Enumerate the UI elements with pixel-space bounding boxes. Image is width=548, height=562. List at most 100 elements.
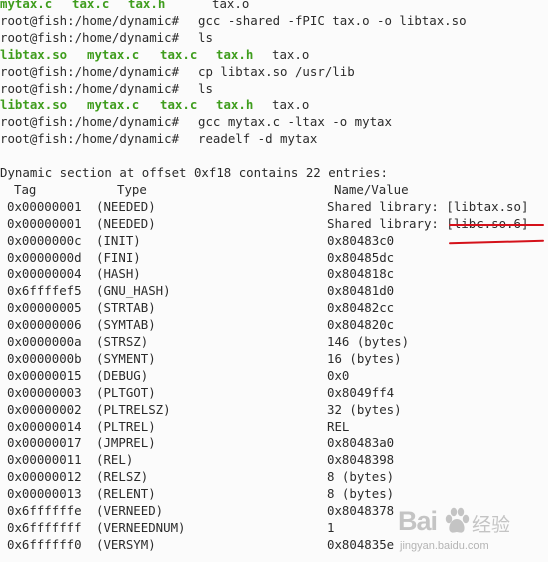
shell-prompt: root@fish:/home/dynamic# xyxy=(0,12,180,28)
paw-icon xyxy=(445,507,470,533)
type-cell: Type xyxy=(117,181,147,197)
tag-cell: 0x00000017 xyxy=(7,435,82,451)
value-cell: 0x8049ff4 xyxy=(327,384,395,400)
type-cell: (NEEDED) xyxy=(96,215,156,231)
value-cell: 0x80483c0 xyxy=(327,232,395,248)
ls-output-line: libtax.so mytax.c tax.c tax.h tax.o xyxy=(0,97,548,114)
value-cell: 0x0 xyxy=(327,367,350,383)
value-cell: 0x80485dc xyxy=(327,249,395,265)
ls-filename: mytax.c xyxy=(0,0,53,11)
value-cell: Name/Value xyxy=(334,181,409,197)
value-cell: 16 (bytes) xyxy=(327,350,402,366)
value-cell: 1 xyxy=(327,519,335,535)
shell-command: gcc -shared -fPIC tax.o -o libtax.so xyxy=(198,12,467,28)
type-cell: (GNU_HASH) xyxy=(96,283,171,299)
tag-cell: 0x00000015 xyxy=(7,367,82,383)
table-row: 0x00000003 (PLTGOT) 0x8049ff4 xyxy=(0,385,548,402)
type-cell: (PLTGOT) xyxy=(96,384,156,400)
type-cell: (PLTREL) xyxy=(96,418,156,434)
type-cell: (VERNEEDNUM) xyxy=(96,519,186,535)
command-line: root@fish:/home/dynamic# ls xyxy=(0,81,548,98)
ls-filename: tax.o xyxy=(212,0,250,11)
type-cell: (STRSZ) xyxy=(96,334,149,349)
ls-filename: tax.c xyxy=(72,0,110,11)
shell-prompt: root@fish:/home/dynamic# xyxy=(0,63,180,79)
value-cell: 0x804835e xyxy=(327,536,395,552)
table-row: 0x0000000a (STRSZ) 146 (bytes) xyxy=(0,334,548,351)
watermark-jingyan-text: 经验 xyxy=(472,515,511,536)
tag-cell: 0x00000006 xyxy=(7,317,82,333)
tag-cell: 0x0000000c xyxy=(7,232,82,248)
value-cell: 0x804818c xyxy=(327,266,395,282)
command-line: root@fish:/home/dynamic# gcc -shared -fPI… xyxy=(0,13,548,30)
type-cell: (RELSZ) xyxy=(96,469,149,485)
value-cell: 0x80481d0 xyxy=(327,283,395,299)
shell-command: cp libtax.so /usr/lib xyxy=(198,63,355,79)
tag-cell: 0x00000012 xyxy=(7,469,82,485)
ls-filename: tax.h xyxy=(216,46,254,62)
table-row: 0x00000006 (SYMTAB) 0x804820c xyxy=(0,317,548,334)
type-cell: (NEEDED) xyxy=(96,198,156,214)
tag-cell: 0x6fffffff xyxy=(7,519,82,535)
tag-cell: 0x00000003 xyxy=(7,384,82,400)
table-header: Tag Type Name/Value xyxy=(0,182,548,199)
ls-filename: libtax.so xyxy=(0,97,68,113)
ls-output-line: libtax.so mytax.c tax.c tax.h tax.o xyxy=(0,47,548,64)
type-cell: (JMPREL) xyxy=(96,435,156,451)
ls-filename: tax.h xyxy=(128,0,166,11)
type-cell: (SYMTAB) xyxy=(96,317,156,333)
tag-cell: 0x0000000a xyxy=(7,334,82,349)
ls-filename: mytax.c xyxy=(87,97,140,113)
type-cell: (REL) xyxy=(96,452,134,468)
command-line: root@fish:/home/dynamic# ls xyxy=(0,30,548,47)
tag-cell: 0x00000001 xyxy=(7,198,82,214)
ls-filename: mytax.c xyxy=(87,46,140,62)
watermark-logo-text: Bai xyxy=(398,506,438,536)
type-cell: (SYMENT) xyxy=(96,350,156,366)
value-cell: 146 (bytes) xyxy=(327,334,410,349)
tag-cell: 0x00000002 xyxy=(7,401,82,417)
tag-cell: 0x00000011 xyxy=(7,452,82,468)
shell-command: ls xyxy=(198,80,213,96)
value-cell: 0x804820c xyxy=(327,317,395,333)
ls-filename: tax.o xyxy=(272,97,310,113)
section-header: Dynamic section at offset 0xf18 contains… xyxy=(0,165,388,180)
shell-prompt: root@fish:/home/dynamic# xyxy=(0,131,180,147)
table-row: 0x00000011 (REL) 0x8048398 xyxy=(0,452,548,469)
watermark-url: jingyan.baidu.com xyxy=(400,540,489,552)
output-line: Dynamic section at offset 0xf18 contains… xyxy=(0,165,548,182)
command-line: root@fish:/home/dynamic# cp libtax.so /us… xyxy=(0,64,548,81)
underline-libtax xyxy=(449,224,544,226)
terminal-window[interactable]: mytax.c tax.c tax.h tax.o root@fish:/home/dy… xyxy=(0,0,548,562)
tag-cell: 0x6ffffff0 xyxy=(7,536,82,552)
tag-cell: Tag xyxy=(14,181,37,197)
shell-command: ls xyxy=(198,29,213,45)
ls-filename: tax.h xyxy=(216,97,254,113)
table-row: 0x00000001 (NEEDED) Shared library: [libta… xyxy=(0,199,548,216)
type-cell: (HASH) xyxy=(96,266,141,282)
tag-cell: 0x00000013 xyxy=(7,486,82,502)
type-cell: (VERNEED) xyxy=(96,503,164,518)
shell-command: gcc mytax.c -ltax -o mytax xyxy=(198,114,392,130)
tag-cell: 0x00000014 xyxy=(7,418,82,434)
value-cell: 0x8048378 xyxy=(327,503,395,518)
value-cell: 8 (bytes) xyxy=(327,486,395,502)
tag-cell: 0x6ffffffe xyxy=(7,503,82,518)
shell-command: readelf -d mytax xyxy=(198,131,318,147)
type-cell: (VERSYM) xyxy=(96,536,156,552)
table-row: 0x00000017 (JMPREL) 0x80483a0 xyxy=(0,435,548,452)
value-cell: 0x80482cc xyxy=(327,300,395,316)
value-cell: 8 (bytes) xyxy=(327,469,395,485)
table-row: 0x00000013 (RELENT) 8 (bytes) xyxy=(0,486,548,503)
value-cell: 32 (bytes) xyxy=(327,401,402,417)
table-row: 0x0000000b (SYMENT) 16 (bytes) xyxy=(0,351,548,368)
table-row: 0x00000012 (RELSZ) 8 (bytes) xyxy=(0,469,548,486)
type-cell: (PLTRELSZ) xyxy=(96,401,171,417)
table-row: 0x00000004 (HASH) 0x804818c xyxy=(0,266,548,283)
command-line: root@fish:/home/dynamic# readelf -d mytax xyxy=(0,131,548,148)
type-cell: (INIT) xyxy=(96,232,141,248)
command-line: root@fish:/home/dynamic# gcc mytax.c -lta… xyxy=(0,114,548,131)
tag-cell: 0x6ffffef5 xyxy=(7,283,82,299)
type-cell: (STRTAB) xyxy=(96,300,156,316)
